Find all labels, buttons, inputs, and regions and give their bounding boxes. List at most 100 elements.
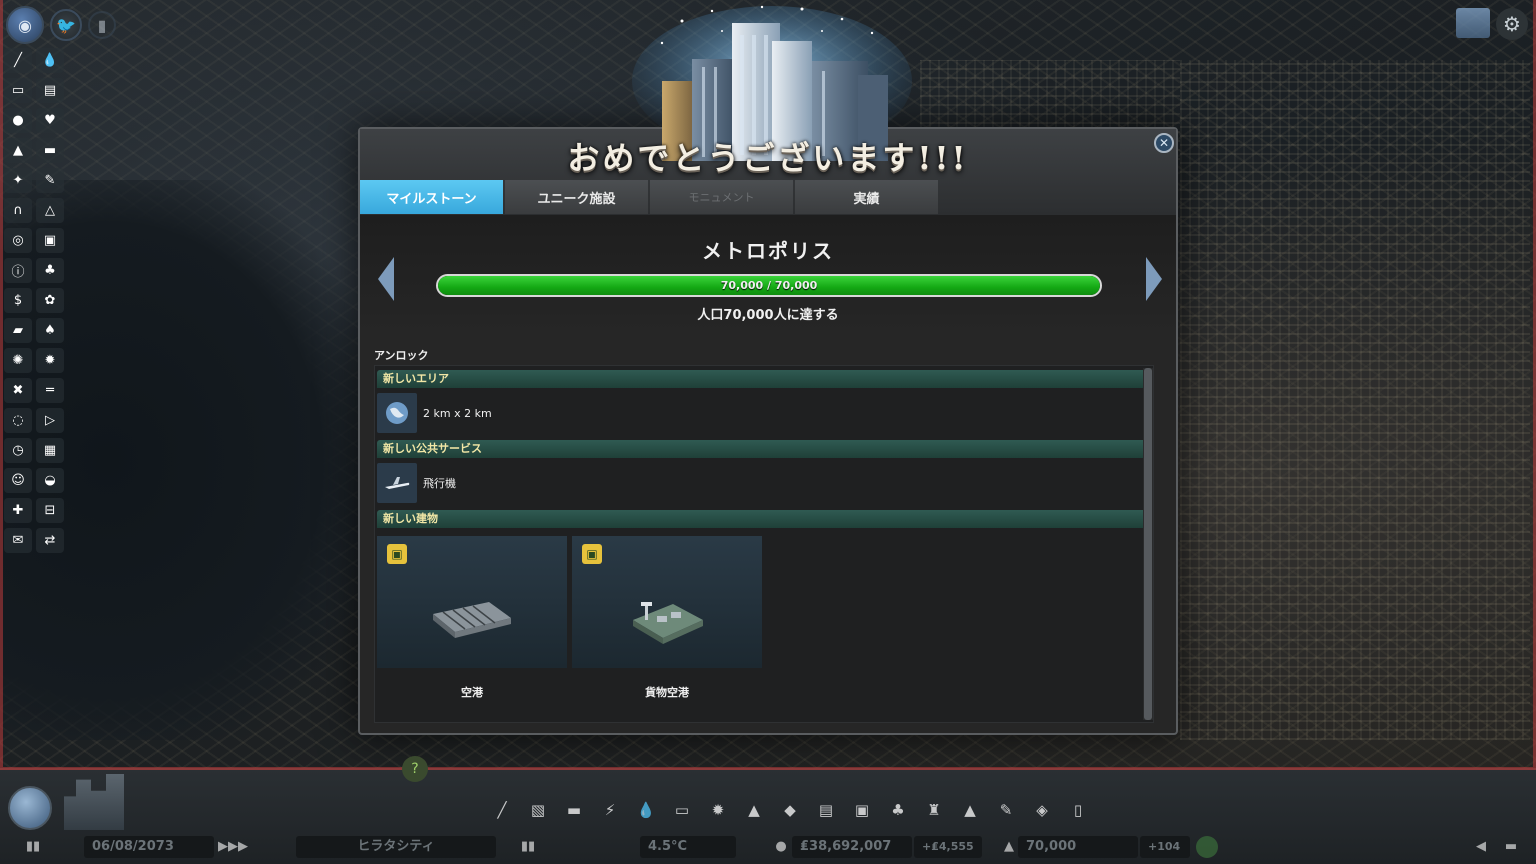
building-card-airport[interactable]: ▣	[377, 536, 567, 668]
health-tool-icon[interactable]: ♥	[36, 108, 64, 133]
crime-tool-icon[interactable]: ✹	[36, 348, 64, 373]
top-right-controls: ⚙	[1456, 8, 1528, 40]
mail-tool-icon[interactable]: ✉	[4, 528, 32, 553]
play-speed-icon[interactable]: ▶▶▶	[218, 836, 248, 858]
water-icon[interactable]: 💧	[632, 798, 660, 822]
unlock-list: 新しいエリア 2 km x 2 km 新しい公共サービス 飛行機 新しい建物 ▣	[374, 365, 1154, 723]
vehicle-tool-icon[interactable]: ▰	[4, 318, 32, 343]
airport-label: 空港	[461, 686, 483, 699]
landscaping-icon[interactable]: ▲	[956, 798, 984, 822]
milestone-panel: メトロポリス 70,000 / 70,000 人口70,000人に達する	[360, 215, 1176, 335]
city-info-icon[interactable]	[64, 774, 124, 830]
district-tool-icon[interactable]: ▤	[36, 78, 64, 103]
police-tool-icon[interactable]: ✦	[4, 168, 32, 193]
close-button[interactable]: ✕	[1154, 133, 1174, 153]
map-tool-icon[interactable]: ▦	[36, 438, 64, 463]
world-globe-icon[interactable]	[8, 786, 52, 830]
tourism-tool-icon[interactable]: ◒	[36, 468, 64, 493]
tab-milestones[interactable]: マイルストーン	[360, 180, 503, 214]
arrows-tool-icon[interactable]: ⇄	[36, 528, 64, 553]
menu-icon[interactable]: ▬	[1500, 836, 1522, 858]
left-toolbar: ╱ 💧 ▭ ▤ ● ♥ ▲ ▬ ✦ ✎ ∩ △ ◎ ▣ ⓘ ♣ $ ✿ ▰ ♠ …	[2, 46, 64, 555]
zoning-icon[interactable]: ▧	[524, 798, 552, 822]
info-tool-icon[interactable]: ⓘ	[4, 258, 32, 283]
info-views-button[interactable]: ◉	[6, 6, 44, 44]
garbage-tool-icon[interactable]: ▲	[4, 138, 32, 163]
clock-tool-icon[interactable]: ◷	[4, 438, 32, 463]
service-text: 飛行機	[423, 477, 456, 490]
roads-icon[interactable]: ╱	[488, 798, 516, 822]
globe-icon	[377, 393, 417, 433]
building-card-cargo-airport[interactable]: ▣	[572, 536, 762, 668]
education-icon[interactable]: ▤	[812, 798, 840, 822]
education-tool-icon[interactable]: ✎	[36, 168, 64, 193]
list-item-area: 2 km x 2 km	[377, 392, 1153, 434]
tools-tool-icon[interactable]: ✖	[4, 378, 32, 403]
tab-monuments[interactable]: モニュメント	[650, 180, 793, 214]
bus-line-tool-icon[interactable]: ⊟	[36, 498, 64, 523]
sound-icon[interactable]: ◀	[1470, 836, 1492, 858]
help-icon[interactable]: ?	[402, 756, 428, 782]
warning-tool-icon[interactable]: △	[36, 198, 64, 223]
tab-unique-buildings[interactable]: ユニーク施設	[505, 180, 648, 214]
scrollbar-thumb[interactable]	[1144, 368, 1152, 720]
airport-icon	[433, 602, 511, 638]
unlock-scrollbar[interactable]	[1143, 368, 1153, 720]
garbage-icon[interactable]: ▭	[668, 798, 696, 822]
fire-tool-icon[interactable]: ▬	[36, 138, 64, 163]
progress-text: 70,000 / 70,000	[720, 279, 818, 292]
policies-icon[interactable]: ▯	[1064, 798, 1092, 822]
bulldozer-icon[interactable]: ✎	[992, 798, 1020, 822]
traffic-tool-icon[interactable]: ◎	[4, 228, 32, 253]
park2-tool-icon[interactable]: ♠	[36, 318, 64, 343]
bus-badge-icon: ▣	[582, 544, 602, 564]
population-change-display: +104	[1140, 836, 1190, 858]
screenshot-thumbnail[interactable]	[1456, 8, 1490, 38]
section-new-service: 新しい公共サービス	[377, 440, 1153, 458]
fire-department-icon[interactable]: ▲	[740, 798, 768, 822]
chirper-button[interactable]: 🐦	[50, 9, 82, 41]
dialog-tabs: マイルストーン ユニーク施設 モニュメント 実績	[360, 180, 938, 214]
electricity-icon[interactable]: ⚡	[596, 798, 624, 822]
milestone-dialog: おめでとうございます!!! ✕ マイルストーン ユニーク施設 モニュメント 実績…	[358, 5, 1178, 735]
bus-badge-icon: ▣	[387, 544, 407, 564]
previous-milestone-arrow-icon[interactable]	[378, 257, 394, 301]
locked-button[interactable]: ▮	[88, 11, 116, 39]
police-icon[interactable]: ◆	[776, 798, 804, 822]
bottom-bar: ? ╱ ▧ ▬ ⚡ 💧 ▭ ✹ ▲ ◆ ▤ ▣ ♣ ♜ ▲ ✎ ◈ ▯ ▮▮ 0…	[0, 756, 1536, 864]
nav-tool-icon[interactable]: ▷	[36, 408, 64, 433]
wind-tool-icon[interactable]: ✺	[4, 348, 32, 373]
bus-tool-icon[interactable]: ▣	[36, 228, 64, 253]
park-tool-icon[interactable]: ●	[4, 108, 32, 133]
water-tool-icon[interactable]: 💧	[36, 48, 64, 73]
settings-gear-icon[interactable]: ⚙	[1496, 8, 1528, 40]
wrench-tool-icon[interactable]: ✚	[4, 498, 32, 523]
transport-tool-icon[interactable]: ∩	[4, 198, 32, 223]
pause-icon[interactable]: ▮▮	[24, 836, 42, 858]
public-transport-icon[interactable]: ▣	[848, 798, 876, 822]
people-tool-icon[interactable]: ☺	[4, 468, 32, 493]
section-new-area: 新しいエリア	[377, 370, 1153, 388]
monuments-icon[interactable]: ♜	[920, 798, 948, 822]
beautification-icon[interactable]: ♣	[884, 798, 912, 822]
milestone-description: 人口70,000人に達する	[697, 308, 839, 323]
healthcare-icon[interactable]: ✹	[704, 798, 732, 822]
status-row: ▮▮ 06/08/2073 ▶▶▶ ヒラタシティ ▮▮ 4.5°C ● ₤38,…	[0, 836, 1536, 860]
tab-achievements[interactable]: 実績	[795, 180, 938, 214]
left-top-controls: ◉ 🐦 ▮	[6, 6, 116, 44]
demand-icon[interactable]	[1196, 836, 1218, 858]
rail-tool-icon[interactable]: ═	[36, 378, 64, 403]
city-name-field[interactable]: ヒラタシティ	[296, 836, 496, 858]
milestone-name: メトロポリス	[702, 239, 834, 263]
noise-tool-icon[interactable]: ◌	[4, 408, 32, 433]
economy-tool-icon[interactable]: ✿	[36, 288, 64, 313]
economy-icon[interactable]: ◈	[1028, 798, 1056, 822]
money-tool-icon[interactable]: $	[4, 288, 32, 313]
zoning-tool-icon[interactable]: ▭	[4, 78, 32, 103]
districts-icon[interactable]: ▬	[560, 798, 588, 822]
road-tool-icon[interactable]: ╱	[4, 48, 32, 73]
tree-tool-icon[interactable]: ♣	[36, 258, 64, 283]
next-milestone-arrow-icon[interactable]	[1146, 257, 1162, 301]
info-bars-icon[interactable]: ▮▮	[512, 836, 544, 858]
cargo-airport-icon	[633, 602, 703, 644]
